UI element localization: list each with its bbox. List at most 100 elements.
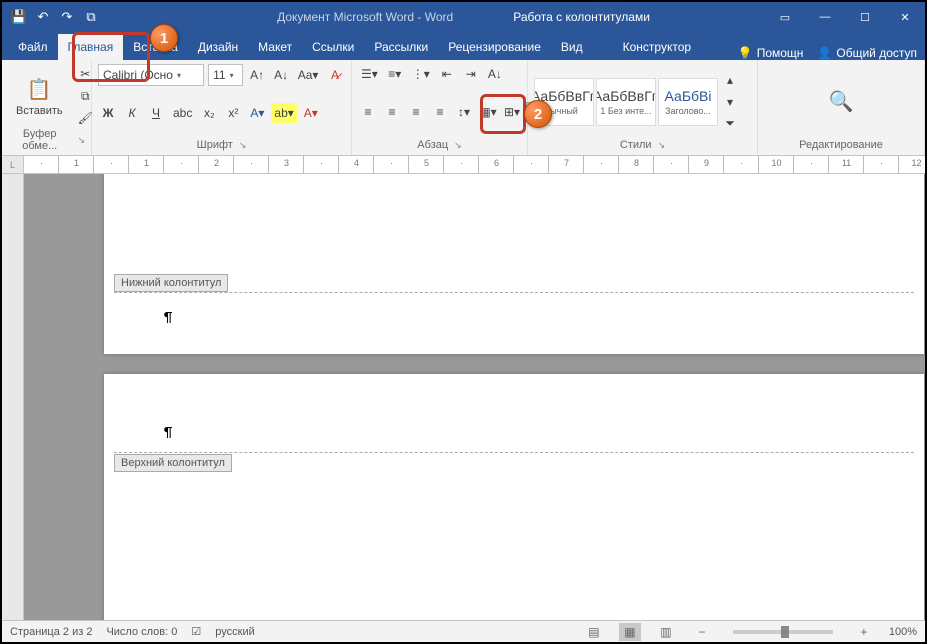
callout-badge-2: 2 — [524, 100, 552, 128]
strikethrough-icon[interactable]: abc — [170, 103, 195, 123]
clipboard-launcher-icon[interactable]: ↘ — [77, 135, 85, 146]
paragraph-group-label: Абзац — [417, 139, 448, 151]
bullets-icon[interactable]: ☰▾ — [358, 64, 381, 84]
subscript-icon[interactable]: x₂ — [199, 103, 219, 123]
editing-group-label: Редактирование — [799, 139, 883, 151]
align-left-icon[interactable]: ≡ — [358, 102, 378, 122]
font-color-icon[interactable]: A▾ — [301, 103, 321, 123]
zoom-level[interactable]: 100% — [889, 626, 917, 638]
clipboard-group-label: Буфер обме... — [8, 128, 71, 152]
tab-review[interactable]: Рецензирование — [438, 34, 551, 60]
status-language[interactable]: русский — [215, 626, 254, 638]
change-case-icon[interactable]: Aa▾ — [295, 65, 321, 85]
page-2[interactable]: ¶ Верхний колонтитул — [104, 374, 924, 620]
pilcrow-mark: ¶ — [164, 424, 172, 441]
qat-more-icon[interactable]: ⧉ — [82, 8, 100, 26]
tab-references[interactable]: Ссылки — [302, 34, 364, 60]
grow-font-icon[interactable]: A↑ — [247, 65, 267, 85]
page-container[interactable]: Нижний колонтитул ¶ ¶ Верхний колонтитул — [24, 174, 925, 620]
tab-mailings[interactable]: Рассылки — [364, 34, 438, 60]
clipboard-icon: 📋 — [25, 75, 53, 103]
group-editing: 🔍 Редактирование — [758, 60, 925, 155]
close-icon[interactable]: ✕ — [885, 2, 925, 32]
minimize-icon[interactable]: — — [805, 2, 845, 32]
zoom-thumb[interactable] — [781, 626, 789, 638]
tab-layout[interactable]: Макет — [248, 34, 302, 60]
sort-icon[interactable]: A↓ — [485, 64, 505, 84]
tab-file[interactable]: Файл — [8, 34, 58, 60]
style-no-spacing[interactable]: АаБбВвГг,1 Без инте... — [596, 78, 656, 126]
find-button[interactable]: 🔍 — [764, 64, 918, 139]
save-icon[interactable]: 💾 — [10, 8, 28, 26]
document-area: Нижний колонтитул ¶ ¶ Верхний колонтитул — [2, 174, 925, 620]
contextual-tab-title: Работа с колонтитулами — [513, 10, 650, 24]
highlight-icon[interactable]: ab▾ — [271, 103, 296, 123]
line-spacing-icon[interactable]: ↕▾ — [454, 102, 474, 122]
justify-icon[interactable]: ≡ — [430, 102, 450, 122]
underline-button[interactable]: Ч — [146, 103, 166, 123]
styles-launcher-icon[interactable]: ↘ — [658, 140, 666, 151]
paste-label: Вставить — [16, 105, 63, 117]
align-center-icon[interactable]: ≡ — [382, 102, 402, 122]
redo-icon[interactable]: ↷ — [58, 8, 76, 26]
undo-icon[interactable]: ↶ — [34, 8, 52, 26]
status-bar: Страница 2 из 2 Число слов: 0 ☑ русский … — [2, 620, 925, 642]
italic-button[interactable]: К — [122, 103, 142, 123]
share-label: Общий доступ — [836, 46, 917, 60]
header-label-tag[interactable]: Верхний колонтитул — [114, 454, 232, 472]
tab-constructor[interactable]: Конструктор — [613, 34, 701, 60]
zoom-slider[interactable] — [733, 630, 833, 634]
font-size-combo[interactable]: 11 ▾ — [208, 64, 243, 86]
superscript-icon[interactable]: x² — [223, 103, 243, 123]
view-print-icon[interactable]: ▦ — [619, 623, 641, 641]
status-proofing-icon[interactable]: ☑ — [191, 625, 201, 638]
text-effects-icon[interactable]: A▾ — [247, 103, 267, 123]
styles-down-icon[interactable]: ▾ — [720, 92, 740, 112]
shrink-font-icon[interactable]: A↓ — [271, 65, 291, 85]
tell-me[interactable]: 💡 Помощн — [738, 46, 804, 60]
style-heading[interactable]: АаБбВіЗаголово... — [658, 78, 718, 126]
styles-up-icon[interactable]: ▴ — [720, 70, 740, 90]
footer-boundary — [114, 292, 914, 293]
view-web-icon[interactable]: ▥ — [655, 623, 677, 641]
hruler-track: ·1·1·2·3·4·5·6·7·8·9·10·11·12·13·14·15·1… — [24, 156, 925, 173]
title-bar: 💾 ↶ ↷ ⧉ Документ Microsoft Word - Word Р… — [2, 2, 925, 32]
numbering-icon[interactable]: ≡▾ — [385, 64, 405, 84]
header-boundary — [114, 452, 914, 453]
horizontal-ruler[interactable]: L ·1·1·2·3·4·5·6·7·8·9·10·11·12·13·14·15… — [2, 156, 925, 174]
ruler-corner: L — [2, 156, 24, 173]
decrease-indent-icon[interactable]: ⇤ — [437, 64, 457, 84]
font-launcher-icon[interactable]: ↘ — [239, 140, 247, 151]
view-read-icon[interactable]: ▤ — [583, 623, 605, 641]
window-controls: ▭ — ☐ ✕ — [765, 2, 925, 32]
paste-button[interactable]: 📋 Вставить — [8, 73, 71, 119]
status-page[interactable]: Страница 2 из 2 — [10, 626, 92, 638]
bold-button[interactable]: Ж — [98, 103, 118, 123]
lightbulb-icon: 💡 — [738, 46, 753, 60]
clear-format-icon[interactable]: A̷ — [325, 65, 345, 85]
quick-access-toolbar: 💾 ↶ ↷ ⧉ — [2, 8, 108, 26]
align-right-icon[interactable]: ≡ — [406, 102, 426, 122]
paragraph-launcher-icon[interactable]: ↘ — [454, 140, 462, 151]
share-icon: 👤 — [817, 46, 832, 60]
page-1[interactable]: Нижний колонтитул ¶ — [104, 174, 924, 354]
maximize-icon[interactable]: ☐ — [845, 2, 885, 32]
share-button[interactable]: 👤 Общий доступ — [817, 46, 917, 60]
status-words[interactable]: Число слов: 0 — [106, 626, 177, 638]
styles-more-icon[interactable]: ⏷ — [720, 114, 740, 134]
tell-me-label: Помощн — [757, 46, 804, 60]
zoom-out-icon[interactable]: − — [691, 623, 713, 641]
zoom-in-icon[interactable]: + — [853, 623, 875, 641]
pilcrow-mark: ¶ — [164, 309, 172, 326]
document-title: Документ Microsoft Word - Word — [277, 10, 453, 24]
tab-design[interactable]: Дизайн — [188, 34, 248, 60]
increase-indent-icon[interactable]: ⇥ — [461, 64, 481, 84]
chevron-down-icon: ▾ — [230, 71, 234, 80]
font-size-value: 11 — [213, 68, 225, 82]
font-group-label: Шрифт — [197, 139, 233, 151]
ribbon-options-icon[interactable]: ▭ — [765, 2, 805, 32]
multilevel-icon[interactable]: ⋮▾ — [409, 64, 433, 84]
footer-label-tag[interactable]: Нижний колонтитул — [114, 274, 228, 292]
tab-view[interactable]: Вид — [551, 34, 593, 60]
vertical-ruler[interactable] — [2, 174, 24, 620]
